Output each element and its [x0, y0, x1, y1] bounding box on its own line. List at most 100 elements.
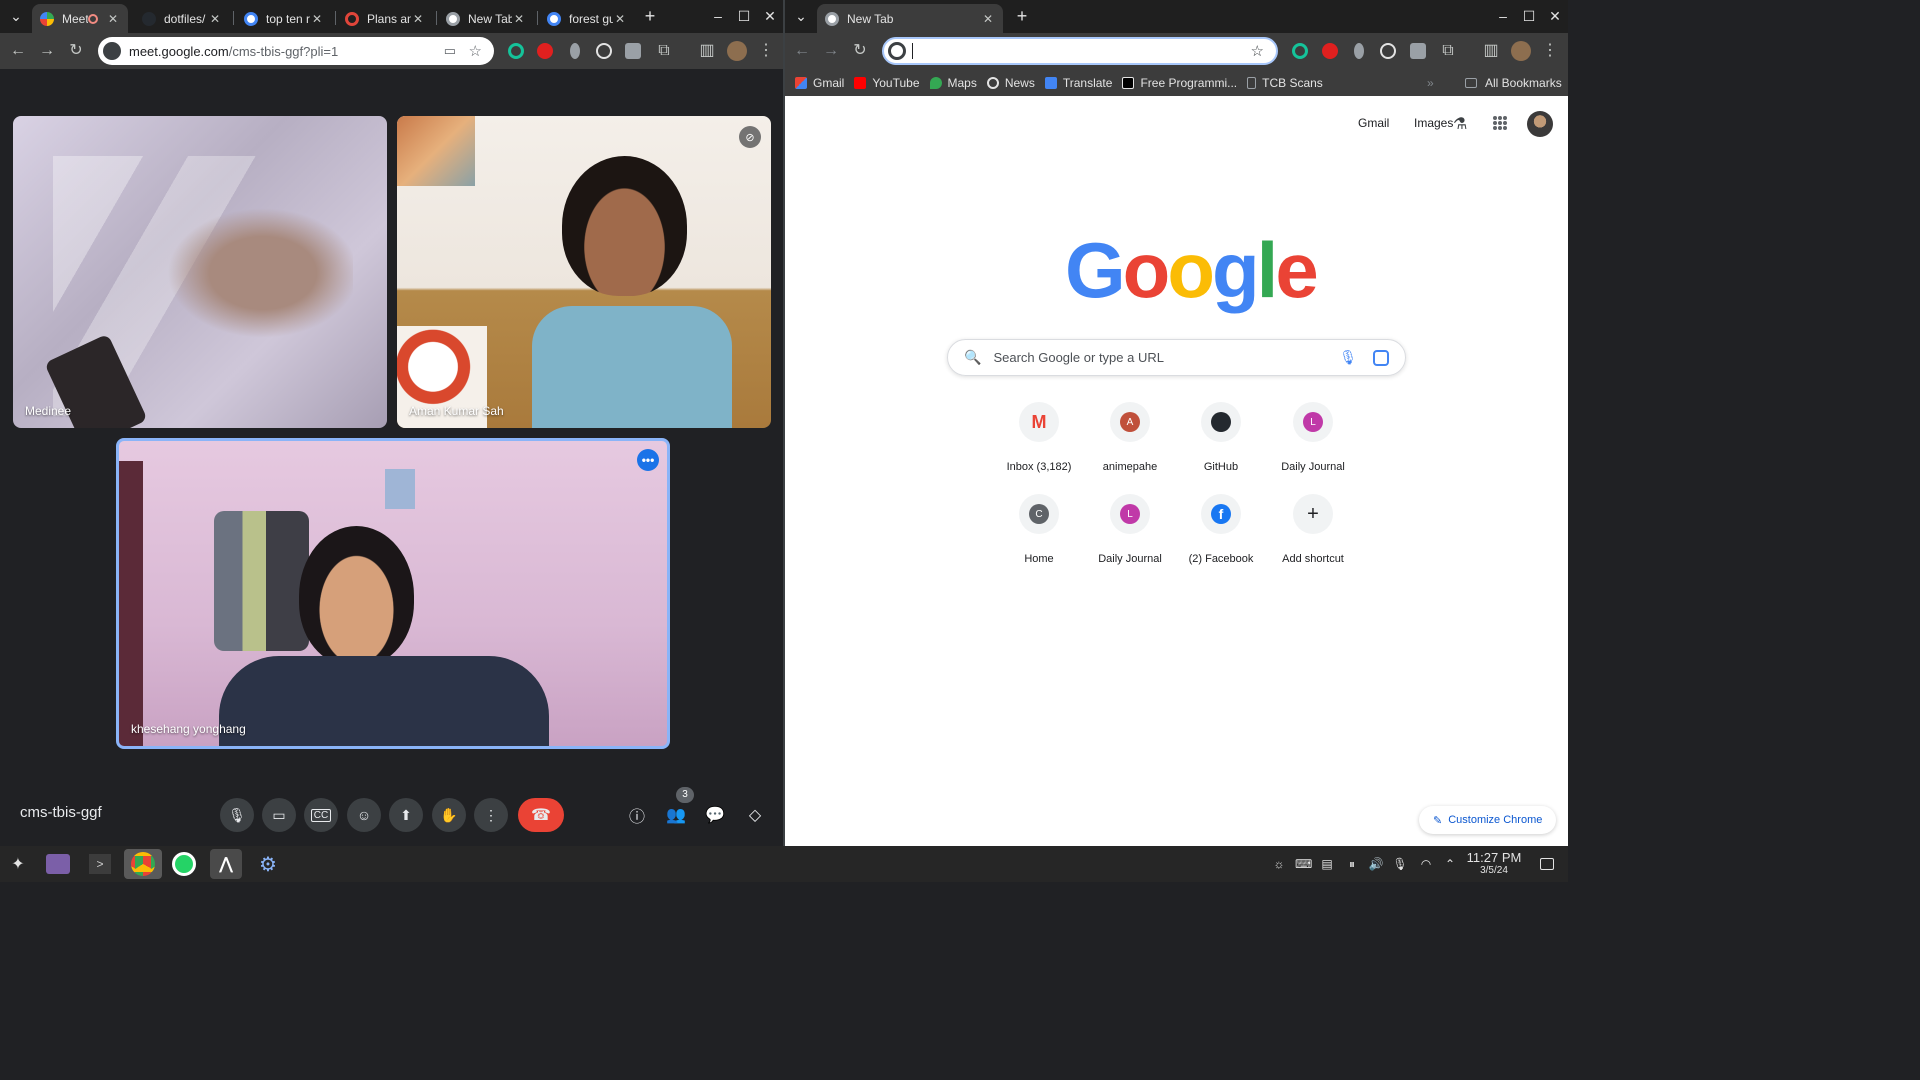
grammarly-icon[interactable]	[1292, 43, 1308, 59]
search-box[interactable]: 🔍 Search Google or type a URL 🎙	[947, 339, 1406, 376]
side-panel-icon[interactable]: ▥	[1481, 41, 1501, 61]
adblock-icon[interactable]	[1322, 43, 1338, 59]
tab-meet[interactable]: Meet ✕	[32, 4, 128, 33]
shortcut-inbox[interactable]: M Inbox (3,182)	[994, 402, 1084, 473]
meeting-info-button[interactable]: ⓘ	[624, 802, 650, 828]
bookmark-free-programming[interactable]: Free Programmi...	[1122, 76, 1237, 90]
bookmark-gmail[interactable]: Gmail	[795, 76, 844, 90]
shortcut-daily-journal-2[interactable]: L Daily Journal	[1085, 494, 1175, 565]
tab-dotfiles[interactable]: dotfiles/ ✕	[134, 4, 230, 33]
bookmark-tcb-scans[interactable]: TCB Scans	[1247, 76, 1323, 90]
grammarly-icon[interactable]	[508, 43, 524, 59]
new-tab-icon[interactable]: +	[1012, 7, 1032, 25]
shortcut-animepahe[interactable]: A animepahe	[1085, 402, 1175, 473]
bookmark-maps[interactable]: Maps	[929, 76, 977, 90]
night-light-icon[interactable]: ☼	[1271, 856, 1287, 872]
tab-plans[interactable]: Plans an ✕	[337, 4, 433, 33]
tray-expand-icon[interactable]: ⌃	[1442, 856, 1458, 872]
shortcut-facebook[interactable]: f (2) Facebook	[1176, 494, 1266, 565]
tab-forest[interactable]: forest gu ✕	[539, 4, 635, 33]
extension-icon[interactable]	[625, 43, 641, 59]
extension-icon[interactable]	[1410, 43, 1426, 59]
activities-button[interactable]: ◇	[742, 802, 768, 828]
captions-button[interactable]: CC	[304, 798, 338, 832]
bookmarks-overflow-icon[interactable]: »	[1427, 76, 1434, 90]
account-avatar[interactable]	[1527, 111, 1553, 137]
apps-grid-icon[interactable]	[1493, 116, 1507, 130]
back-icon[interactable]: ←	[8, 41, 28, 61]
camera-button[interactable]: ▭	[262, 798, 296, 832]
tab-new-tab[interactable]: New Tab ✕	[817, 4, 1003, 33]
clock[interactable]: 11:27 PM 3/5/24	[1462, 850, 1526, 876]
extension-icon[interactable]	[570, 43, 580, 59]
close-tab-icon[interactable]: ✕	[512, 12, 526, 26]
present-button[interactable]: ⬆	[389, 798, 423, 832]
bookmark-translate[interactable]: Translate	[1044, 76, 1112, 90]
tab-search-chevron-icon[interactable]: ⌄	[791, 8, 811, 24]
menu-kebab-icon[interactable]: ⋮	[756, 41, 776, 61]
shortcut-daily-journal[interactable]: L Daily Journal	[1268, 402, 1358, 473]
code-editor-icon[interactable]: ⋀	[210, 849, 242, 879]
people-button[interactable]: 👥	[663, 802, 689, 828]
tab-top-ten[interactable]: top ten r ✕	[236, 4, 332, 33]
extensions-puzzle-icon[interactable]: ⧉	[654, 41, 674, 61]
forward-icon[interactable]: →	[821, 41, 841, 61]
close-tab-icon[interactable]: ✕	[411, 12, 425, 26]
raise-hand-button[interactable]: ✋	[432, 798, 466, 832]
tab-search-chevron-icon[interactable]: ⌄	[6, 8, 26, 24]
terminal-icon[interactable]: >	[84, 849, 116, 879]
profile-avatar[interactable]	[1511, 41, 1531, 61]
forward-icon[interactable]: →	[37, 41, 57, 61]
extension-icon[interactable]	[1354, 43, 1364, 59]
clipboard-icon[interactable]: ▤	[1319, 856, 1335, 872]
show-desktop-icon[interactable]	[1540, 858, 1554, 870]
profile-avatar[interactable]	[727, 41, 747, 61]
volume-icon[interactable]: 🔊	[1368, 856, 1384, 872]
extensions-puzzle-icon[interactable]: ⧉	[1438, 41, 1458, 61]
shortcut-home[interactable]: C Home	[994, 494, 1084, 565]
side-panel-icon[interactable]: ▥	[697, 41, 717, 61]
new-tab-icon[interactable]: +	[640, 7, 660, 25]
site-info-icon[interactable]	[103, 42, 121, 60]
close-window-icon[interactable]: ✕	[760, 8, 780, 24]
all-bookmarks[interactable]: All Bookmarks	[1465, 76, 1562, 90]
app-launcher-icon[interactable]: ✦	[2, 849, 34, 879]
back-icon[interactable]: ←	[792, 41, 812, 61]
close-tab-icon[interactable]: ✕	[106, 12, 120, 26]
more-options-button[interactable]: ⋮	[474, 798, 508, 832]
more-options-icon[interactable]: •••	[637, 449, 659, 471]
tab-new-tab[interactable]: New Tab ✕	[438, 4, 534, 33]
shortcut-github[interactable]: GitHub	[1176, 402, 1266, 473]
chat-button[interactable]: 💬	[702, 802, 728, 828]
close-tab-icon[interactable]: ✕	[981, 12, 995, 26]
gmail-link[interactable]: Gmail	[1358, 116, 1389, 130]
menu-kebab-icon[interactable]: ⋮	[1540, 41, 1560, 61]
bookmark-star-icon[interactable]: ☆	[1251, 42, 1264, 60]
emoji-button[interactable]: ☺	[347, 798, 381, 832]
images-link[interactable]: Images	[1414, 116, 1453, 130]
file-manager-icon[interactable]	[42, 849, 74, 879]
participant-tile[interactable]: Medinee	[13, 116, 387, 428]
address-bar[interactable]: meet.google.com /cms-tbis-ggf?pli=1 ▭ ☆	[98, 37, 494, 65]
wifi-icon[interactable]: ◠	[1418, 856, 1434, 872]
lens-search-icon[interactable]	[1373, 349, 1389, 366]
voice-search-icon[interactable]: 🎙	[1339, 349, 1357, 366]
camera-in-use-icon[interactable]: ▭	[444, 43, 456, 59]
participant-tile[interactable]: ⊘ Aman Kumar Sah	[397, 116, 771, 428]
address-bar[interactable]: ☆	[882, 37, 1278, 65]
maximize-icon[interactable]: ☐	[734, 8, 754, 24]
customize-chrome-button[interactable]: ✎ Customize Chrome	[1419, 806, 1557, 834]
adblock-icon[interactable]	[537, 43, 553, 59]
microphone-icon[interactable]: 🎙	[1392, 856, 1408, 872]
react-devtools-icon[interactable]	[596, 43, 612, 59]
reload-icon[interactable]: ↻	[850, 41, 870, 61]
bookmark-youtube[interactable]: YouTube	[854, 76, 920, 90]
leave-call-button[interactable]: ☎	[518, 798, 564, 832]
maximize-icon[interactable]: ☐	[1519, 8, 1539, 24]
whatsapp-icon[interactable]	[168, 849, 200, 879]
reload-icon[interactable]: ↻	[66, 41, 86, 61]
close-window-icon[interactable]: ✕	[1545, 8, 1565, 24]
chrome-taskbar-icon[interactable]	[124, 849, 162, 879]
settings-gear-icon[interactable]: ⚙	[252, 849, 284, 879]
shortcut-add[interactable]: + Add shortcut	[1268, 494, 1358, 565]
